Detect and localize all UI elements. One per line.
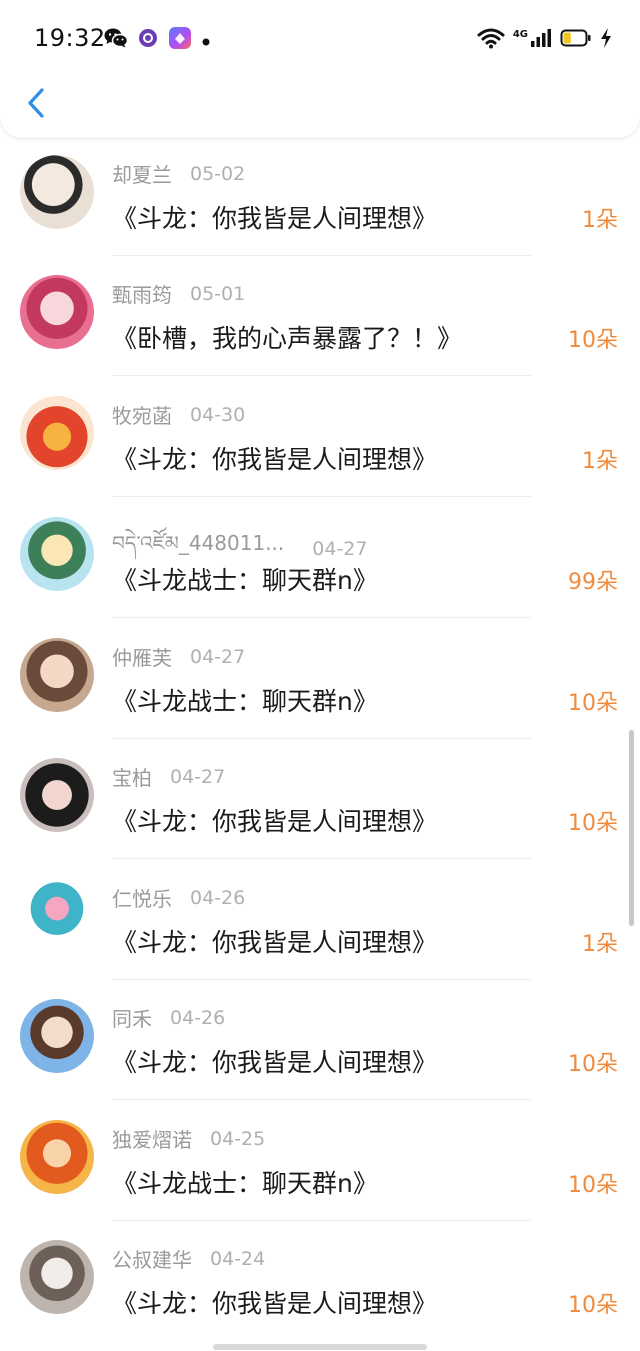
list-item[interactable]: 宝柏 04-27 《斗龙：你我皆是人间理想》 10朵	[0, 741, 640, 861]
row-divider	[112, 738, 532, 739]
list-item[interactable]: 独爱熠诺 04-25 《斗龙战士：聊天群n》 10朵	[0, 1103, 640, 1223]
avatar[interactable]	[20, 758, 94, 832]
book-title[interactable]: 《斗龙：你我皆是人间理想》	[112, 440, 437, 476]
book-title[interactable]: 《斗龙：你我皆是人间理想》	[112, 802, 437, 838]
username[interactable]: 却夏兰	[112, 159, 172, 188]
username[interactable]: 宝柏	[112, 762, 152, 791]
flower-count: 1朵	[582, 449, 618, 474]
gallery-app-icon	[168, 26, 192, 54]
top-header: 19:32 4G	[0, 0, 640, 138]
date: 04-27	[170, 765, 226, 788]
notification-icons	[104, 26, 210, 54]
date: 04-24	[210, 1247, 266, 1270]
date: 04-25	[210, 1127, 266, 1150]
username[interactable]: 仲雁芙	[112, 642, 172, 671]
flower-count: 10朵	[568, 1173, 618, 1198]
list-item[interactable]: 公叔建华 04-24 《斗龙：你我皆是人间理想》 10朵	[0, 1223, 640, 1343]
date: 04-27	[312, 538, 368, 560]
row-divider	[112, 858, 532, 859]
avatar[interactable]	[20, 275, 94, 349]
row-meta: 牧宛菡 04-30	[112, 400, 245, 429]
username[interactable]: 公叔建华	[112, 1244, 192, 1273]
battery-icon	[560, 28, 592, 52]
row-divider	[112, 255, 532, 256]
flower-count: 99朵	[568, 570, 618, 595]
username[interactable]: 仁悦乐	[112, 883, 172, 912]
home-indicator[interactable]	[213, 1344, 427, 1350]
avatar[interactable]	[20, 999, 94, 1073]
book-title[interactable]: 《斗龙：你我皆是人间理想》	[112, 923, 437, 959]
avatar[interactable]	[20, 879, 94, 953]
row-meta: 仁悦乐 04-26	[112, 883, 245, 912]
charging-bolt-icon	[600, 27, 612, 53]
row-meta: 公叔建华 04-24	[112, 1244, 265, 1273]
row-meta: 同禾 04-26	[112, 1003, 225, 1032]
book-title[interactable]: 《斗龙：你我皆是人间理想》	[112, 1043, 437, 1079]
avatar[interactable]	[20, 517, 94, 591]
book-title[interactable]: 《斗龙战士：聊天群n》	[112, 561, 378, 597]
row-meta: 却夏兰 05-02	[112, 159, 245, 188]
flower-count: 1朵	[582, 208, 618, 233]
avatar[interactable]	[20, 638, 94, 712]
purple-circle-app-icon	[138, 28, 158, 52]
wechat-icon	[104, 27, 129, 53]
date: 04-26	[190, 886, 246, 909]
chevron-left-icon	[26, 87, 46, 123]
book-title[interactable]: 《斗龙：你我皆是人间理想》	[112, 1284, 437, 1320]
back-button[interactable]	[22, 86, 50, 124]
wifi-icon	[477, 27, 505, 53]
avatar[interactable]	[20, 396, 94, 470]
book-title[interactable]: 《卧槽，我的心声暴露了？！》	[112, 319, 462, 355]
username[interactable]: 同禾	[112, 1003, 152, 1032]
flower-count: 10朵	[568, 811, 618, 836]
row-meta: 仲雁芙 04-27	[112, 642, 245, 671]
flower-count: 10朵	[568, 691, 618, 716]
more-dot-icon	[202, 31, 210, 50]
row-divider	[112, 1099, 532, 1100]
username[interactable]: 独爱熠诺	[112, 1124, 192, 1153]
date: 04-26	[170, 1006, 226, 1029]
row-divider	[112, 1220, 532, 1221]
row-divider	[112, 496, 532, 497]
book-title[interactable]: 《斗龙战士：聊天群n》	[112, 682, 378, 718]
row-meta: 宝柏 04-27	[112, 762, 225, 791]
date: 05-01	[190, 282, 246, 305]
list-item[interactable]: 牧宛菡 04-30 《斗龙：你我皆是人间理想》 1朵	[0, 379, 640, 499]
list-item[interactable]: བདེ་འཛོམ_448011... 04-27 《斗龙战士：聊天群n》 99朵	[0, 500, 640, 620]
flower-count: 10朵	[568, 1293, 618, 1318]
system-icons: 4G	[477, 26, 612, 54]
list-item[interactable]: 却夏兰 05-02 《斗龙：你我皆是人间理想》 1朵	[0, 138, 640, 258]
scrollbar[interactable]	[629, 730, 634, 926]
date: 04-30	[190, 403, 246, 426]
list-item[interactable]: 同禾 04-26 《斗龙：你我皆是人间理想》 10朵	[0, 982, 640, 1102]
row-meta: 独爱熠诺 04-25	[112, 1124, 265, 1153]
list-item[interactable]: 甄雨筠 05-01 《卧槽，我的心声暴露了？！》 10朵	[0, 258, 640, 378]
date: 04-27	[190, 645, 246, 668]
avatar[interactable]	[20, 155, 94, 229]
username[interactable]: 甄雨筠	[112, 279, 172, 308]
flower-count: 1朵	[582, 932, 618, 957]
book-title[interactable]: 《斗龙战士：聊天群n》	[112, 1164, 378, 1200]
row-divider	[112, 979, 532, 980]
list-item[interactable]: 仁悦乐 04-26 《斗龙：你我皆是人间理想》 1朵	[0, 862, 640, 982]
row-divider	[112, 375, 532, 376]
avatar[interactable]	[20, 1120, 94, 1194]
row-divider	[112, 617, 532, 618]
status-bar: 19:32 4G	[0, 0, 640, 80]
date: 05-02	[190, 162, 246, 185]
avatar[interactable]	[20, 1240, 94, 1314]
status-time: 19:32	[34, 24, 106, 52]
flower-count: 10朵	[568, 1052, 618, 1077]
row-meta: 甄雨筠 05-01	[112, 279, 245, 308]
flower-count: 10朵	[568, 328, 618, 353]
book-title[interactable]: 《斗龙：你我皆是人间理想》	[112, 199, 437, 235]
username[interactable]: 牧宛菡	[112, 400, 172, 429]
cellular-signal-icon	[530, 27, 552, 53]
list-item[interactable]: 仲雁芙 04-27 《斗龙战士：聊天群n》 10朵	[0, 621, 640, 741]
network-type: 4G	[512, 28, 528, 40]
